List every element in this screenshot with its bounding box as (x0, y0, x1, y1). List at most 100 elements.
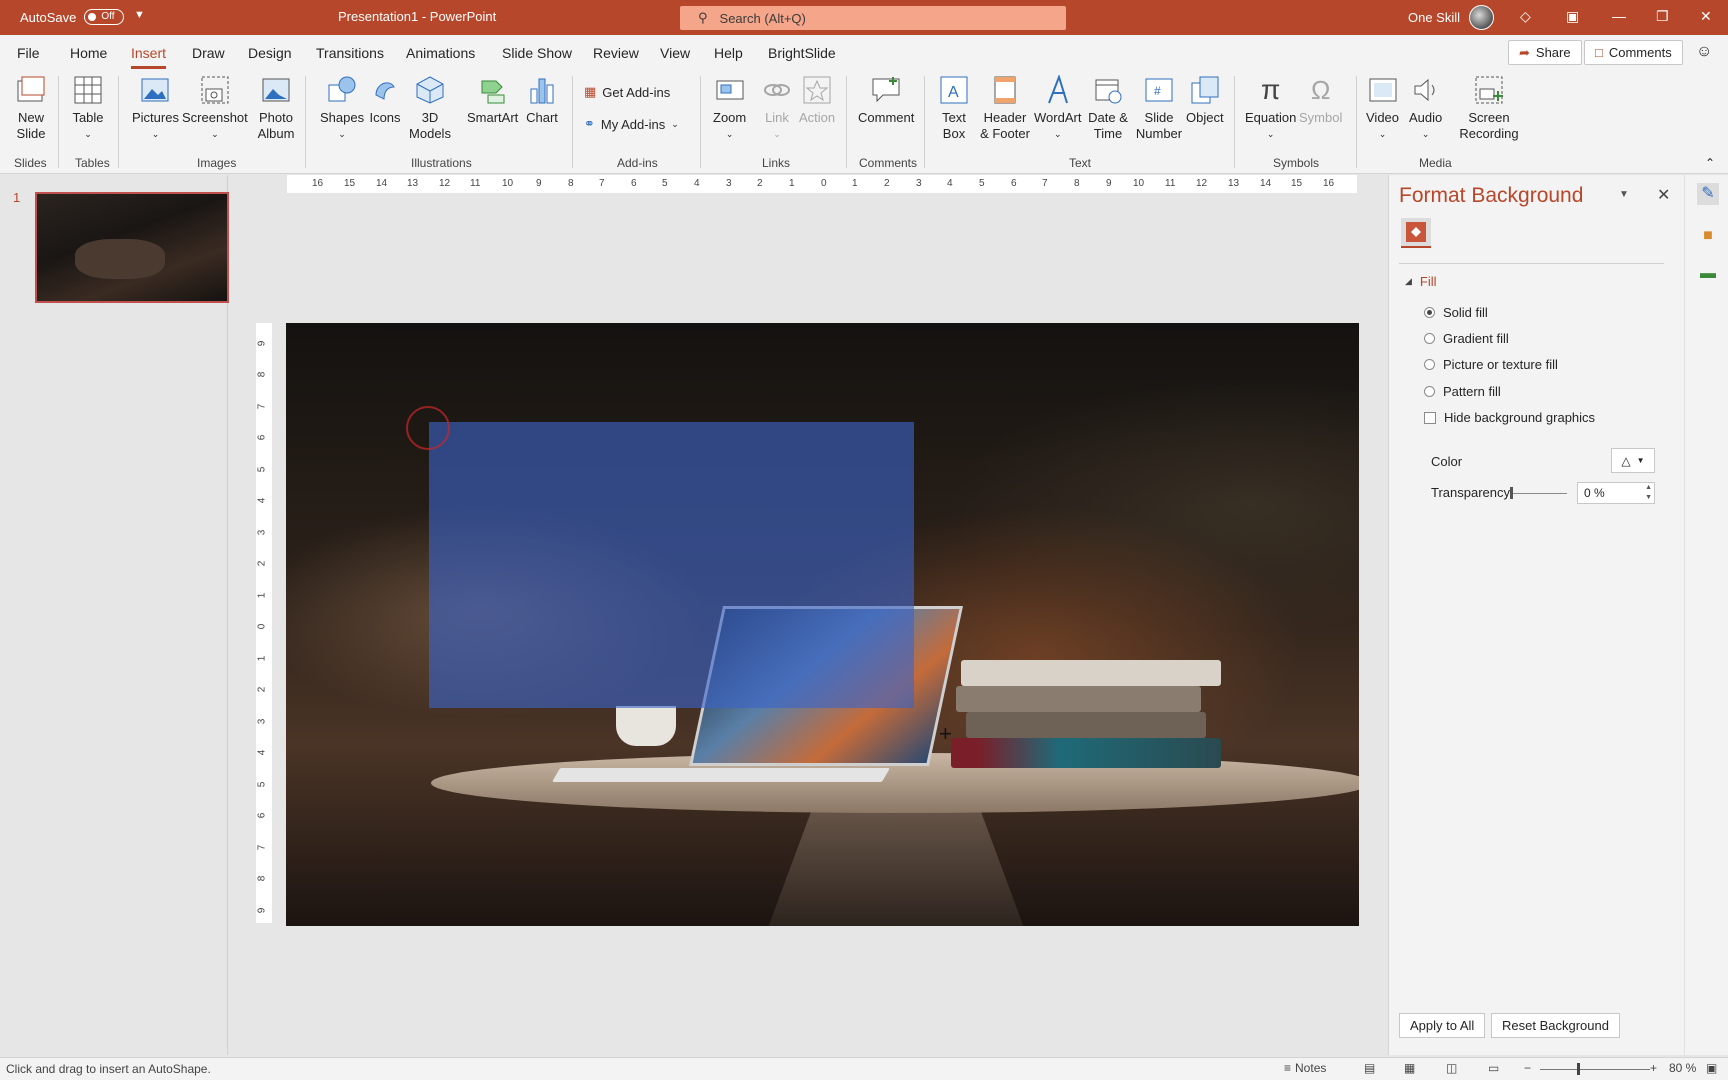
zoom-level[interactable]: 80 % (1669, 1061, 1696, 1075)
object-button[interactable]: Object (1186, 74, 1224, 126)
screenshot-button[interactable]: Screenshot ⌄ (182, 74, 248, 142)
slide-number-button[interactable]: # Slide Number (1136, 74, 1182, 142)
tab-help[interactable]: Help (714, 45, 743, 61)
fill-category-icon[interactable] (1401, 218, 1431, 248)
spinner-arrows-icon[interactable]: ▲ ▼ (1645, 483, 1652, 503)
customize-qat-icon[interactable]: ▼ (134, 9, 145, 21)
pane-options-icon[interactable]: ▼ (1619, 189, 1629, 200)
zoom-out-icon[interactable]: − (1524, 1061, 1531, 1075)
collapse-ribbon-icon[interactable]: ⌃ (1705, 156, 1715, 170)
zoom-button[interactable]: Zoom ⌄ (713, 74, 746, 142)
pictures-icon (139, 74, 171, 106)
video-button[interactable]: Video ⌄ (1366, 74, 1399, 142)
tab-draw[interactable]: Draw (192, 45, 225, 61)
tab-review[interactable]: Review (593, 45, 639, 61)
audio-button[interactable]: Audio ⌄ (1409, 74, 1442, 142)
tab-brightslide[interactable]: BrightSlide (768, 45, 836, 61)
feedback-icon[interactable]: ☺ (1696, 43, 1712, 61)
status-bar: Click and drag to insert an AutoShape. ≡… (0, 1057, 1728, 1080)
photo-album-button[interactable]: Photo Album (256, 74, 296, 142)
normal-view-icon[interactable]: ▤ (1364, 1061, 1375, 1075)
zoom-slider[interactable] (1540, 1069, 1650, 1070)
transparency-slider[interactable] (1511, 493, 1567, 494)
diamond-icon[interactable]: ◇ (1520, 8, 1531, 25)
tab-animations[interactable]: Animations (406, 45, 475, 61)
tab-view[interactable]: View (660, 45, 690, 61)
slide-canvas[interactable]: + (286, 323, 1359, 926)
new-slide-button[interactable]: New Slide (12, 74, 50, 142)
hide-background-graphics-checkbox[interactable] (1424, 411, 1436, 424)
symbol-button[interactable]: Ω Symbol (1299, 74, 1342, 126)
notes-icon: ≡ (1284, 1061, 1292, 1075)
designer-icon[interactable]: ✎ (1697, 183, 1719, 205)
search-box[interactable]: ⚲ Search (Alt+Q) (680, 6, 1066, 30)
smartart-button[interactable]: SmartArt (467, 74, 518, 126)
table-button[interactable]: Table ⌄ (72, 74, 104, 142)
equation-button[interactable]: π Equation ⌄ (1245, 74, 1296, 142)
picture-fill-option[interactable]: Picture or texture fill (1424, 357, 1558, 372)
text-box-button[interactable]: A Text Box (938, 74, 970, 142)
shapes-icon (326, 74, 358, 106)
restore-icon[interactable]: ❐ (1656, 8, 1669, 25)
gradient-fill-option[interactable]: Gradient fill (1424, 331, 1509, 346)
share-button[interactable]: ➦ Share (1508, 40, 1582, 65)
comment-button[interactable]: Comment (858, 74, 914, 126)
tab-insert[interactable]: Insert (131, 45, 167, 69)
ribbon-display-icon[interactable]: ▣ (1566, 8, 1579, 25)
hide-background-graphics-option[interactable]: Hide background graphics (1424, 410, 1595, 425)
pattern-fill-radio[interactable] (1424, 386, 1435, 397)
transparency-slider-thumb[interactable] (1510, 487, 1513, 499)
action-button[interactable]: Action (799, 74, 835, 126)
icons-button[interactable]: Icons (369, 74, 401, 126)
reading-view-icon[interactable]: ◫ (1446, 1061, 1457, 1075)
notes-label: Notes (1295, 1061, 1327, 1075)
notes-button[interactable]: ≡ Notes (1284, 1061, 1326, 1075)
autosave-toggle[interactable]: Off (84, 9, 125, 25)
format-background-pane: Format Background ▼ ✕ ◢ Fill Solid fill … (1388, 175, 1684, 1055)
solid-fill-option[interactable]: Solid fill (1424, 305, 1488, 320)
rectangle-shape[interactable] (429, 422, 914, 708)
tab-home[interactable]: Home (70, 45, 107, 61)
apply-to-all-button[interactable]: Apply to All (1399, 1013, 1486, 1038)
task-pane-strip: ✎ ■ ▬ (1684, 175, 1728, 1055)
transparency-input[interactable]: 0 % ▲ ▼ (1577, 482, 1655, 504)
wordart-button[interactable]: WordArt ⌄ (1034, 74, 1081, 142)
fit-to-window-icon[interactable]: ▣ (1706, 1061, 1717, 1075)
close-window-icon[interactable]: ✕ (1700, 8, 1712, 25)
user-name[interactable]: One Skill (1408, 10, 1460, 25)
zoom-in-icon[interactable]: + (1650, 1061, 1657, 1075)
shape-format-icon[interactable]: ■ (1697, 227, 1719, 249)
avatar[interactable] (1469, 5, 1494, 30)
comments-button[interactable]: □ Comments (1584, 40, 1683, 65)
minimize-icon[interactable]: — (1612, 8, 1626, 24)
screen-recording-button[interactable]: Screen Recording (1455, 74, 1523, 142)
tab-design[interactable]: Design (248, 45, 292, 61)
my-addins-button[interactable]: ⚭ My Add-ins ⌄ (584, 116, 679, 132)
solid-fill-radio[interactable] (1424, 307, 1435, 318)
pictures-button[interactable]: Pictures ⌄ (132, 74, 179, 142)
gradient-fill-radio[interactable] (1424, 333, 1435, 344)
tab-transitions[interactable]: Transitions (316, 45, 384, 61)
zoom-slider-thumb[interactable] (1577, 1063, 1580, 1075)
tab-file[interactable]: File (17, 45, 40, 61)
slideshow-icon[interactable]: ▭ (1488, 1061, 1499, 1075)
picture-fill-radio[interactable] (1424, 359, 1435, 370)
header-footer-button[interactable]: Header & Footer (978, 74, 1032, 142)
date-time-button[interactable]: Date & Time (1086, 74, 1130, 142)
slide-thumbnail-1[interactable] (35, 192, 229, 303)
fill-section-header[interactable]: ◢ Fill (1405, 274, 1437, 289)
slide-sorter-icon[interactable]: ▦ (1404, 1061, 1415, 1075)
close-icon[interactable]: ✕ (1657, 185, 1670, 205)
chart-button[interactable]: Chart (526, 74, 558, 126)
pattern-fill-option[interactable]: Pattern fill (1424, 384, 1501, 399)
3d-models-button[interactable]: 3D Models (407, 74, 453, 142)
size-properties-icon[interactable]: ▬ (1697, 265, 1719, 287)
tab-slide-show[interactable]: Slide Show (502, 45, 572, 61)
link-button[interactable]: Link ⌄ (761, 74, 793, 142)
autosave-control[interactable]: AutoSave Off (20, 9, 125, 25)
zoom-icon (714, 74, 746, 106)
reset-background-button[interactable]: Reset Background (1491, 1013, 1620, 1038)
shapes-button[interactable]: Shapes ⌄ (320, 74, 364, 142)
fill-color-picker[interactable]: △ ▼ (1611, 448, 1655, 473)
get-addins-button[interactable]: ▦ Get Add-ins (584, 84, 670, 100)
